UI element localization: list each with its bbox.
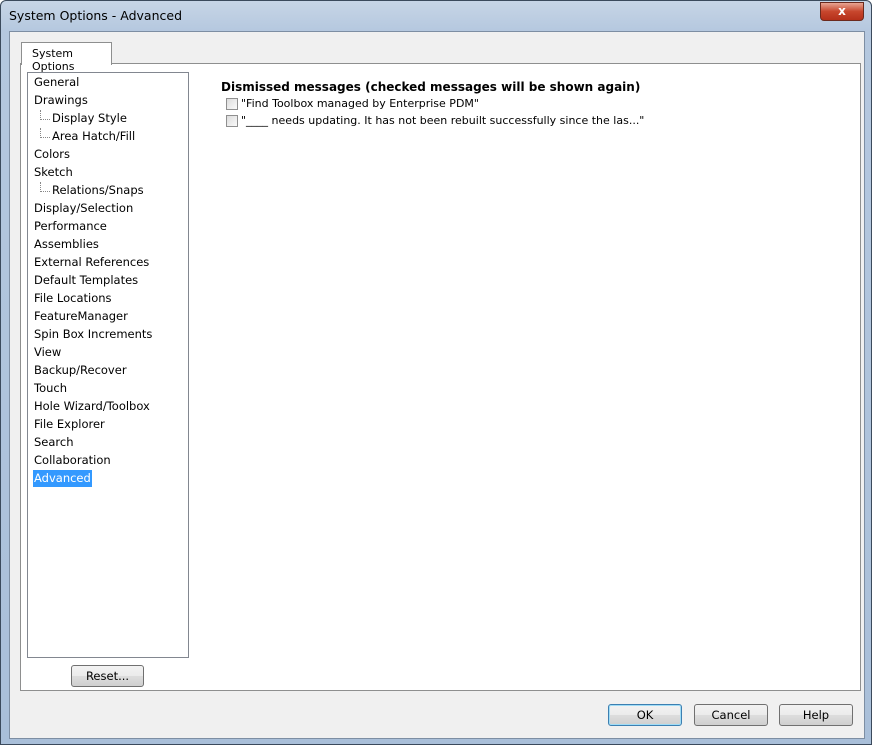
cancel-button[interactable]: Cancel	[694, 704, 768, 726]
tree-item-file-explorer[interactable]: File Explorer	[33, 416, 106, 433]
tree-item-search[interactable]: Search	[33, 434, 75, 451]
tree-item-general[interactable]: General	[33, 74, 80, 91]
tree-item-relations-snaps[interactable]: Relations/Snaps	[40, 182, 145, 199]
tree-item-spin-box-increments[interactable]: Spin Box Increments	[33, 326, 153, 343]
options-tree[interactable]: General Drawings Display Style Area Hatch/F…	[27, 72, 189, 658]
message-checkbox-row[interactable]: "____ needs updating. It has not been re…	[226, 114, 644, 127]
tree-item-featuremanager[interactable]: FeatureManager	[33, 308, 129, 325]
tree-item-drawings[interactable]: Drawings	[33, 92, 89, 109]
dialog-window: System Options - Advanced x System Optio…	[0, 0, 872, 745]
tree-item-external-references[interactable]: External References	[33, 254, 150, 271]
close-button[interactable]: x	[820, 2, 864, 21]
tab-system-options[interactable]: System Options	[21, 42, 112, 73]
tree-item-backup-recover[interactable]: Backup/Recover	[33, 362, 128, 379]
tree-item-performance[interactable]: Performance	[33, 218, 108, 235]
message-label: "Find Toolbox managed by Enterprise PDM"	[241, 97, 479, 110]
tree-item-colors[interactable]: Colors	[33, 146, 71, 163]
reset-button[interactable]: Reset...	[71, 665, 144, 687]
tree-item-hole-wizard-toolbox[interactable]: Hole Wizard/Toolbox	[33, 398, 151, 415]
tab-panel: General Drawings Display Style Area Hatch/F…	[20, 63, 861, 691]
tree-item-display-style[interactable]: Display Style	[40, 110, 128, 127]
tree-item-area-hatch-fill[interactable]: Area Hatch/Fill	[40, 128, 136, 145]
tree-item-assemblies[interactable]: Assemblies	[33, 236, 100, 253]
tree-item-file-locations[interactable]: File Locations	[33, 290, 113, 307]
dialog-client: System Options General Drawings Display St…	[9, 31, 865, 739]
tree-item-view[interactable]: View	[33, 344, 62, 361]
dismissed-messages-heading: Dismissed messages (checked messages wil…	[221, 80, 641, 94]
message-checkbox-row[interactable]: "Find Toolbox managed by Enterprise PDM"	[226, 97, 479, 110]
message-label: "____ needs updating. It has not been re…	[241, 114, 645, 127]
tree-item-sketch[interactable]: Sketch	[33, 164, 74, 181]
help-button[interactable]: Help	[779, 704, 853, 726]
checkbox[interactable]	[226, 114, 238, 127]
ok-button[interactable]: OK	[608, 704, 682, 726]
window-title: System Options - Advanced	[9, 8, 183, 23]
tree-item-display-selection[interactable]: Display/Selection	[33, 200, 134, 217]
tree-item-touch[interactable]: Touch	[33, 380, 68, 397]
tree-item-collaboration[interactable]: Collaboration	[33, 452, 112, 469]
checkbox[interactable]	[226, 97, 238, 110]
tree-item-default-templates[interactable]: Default Templates	[33, 272, 139, 289]
tree-item-advanced[interactable]: Advanced	[33, 470, 92, 487]
